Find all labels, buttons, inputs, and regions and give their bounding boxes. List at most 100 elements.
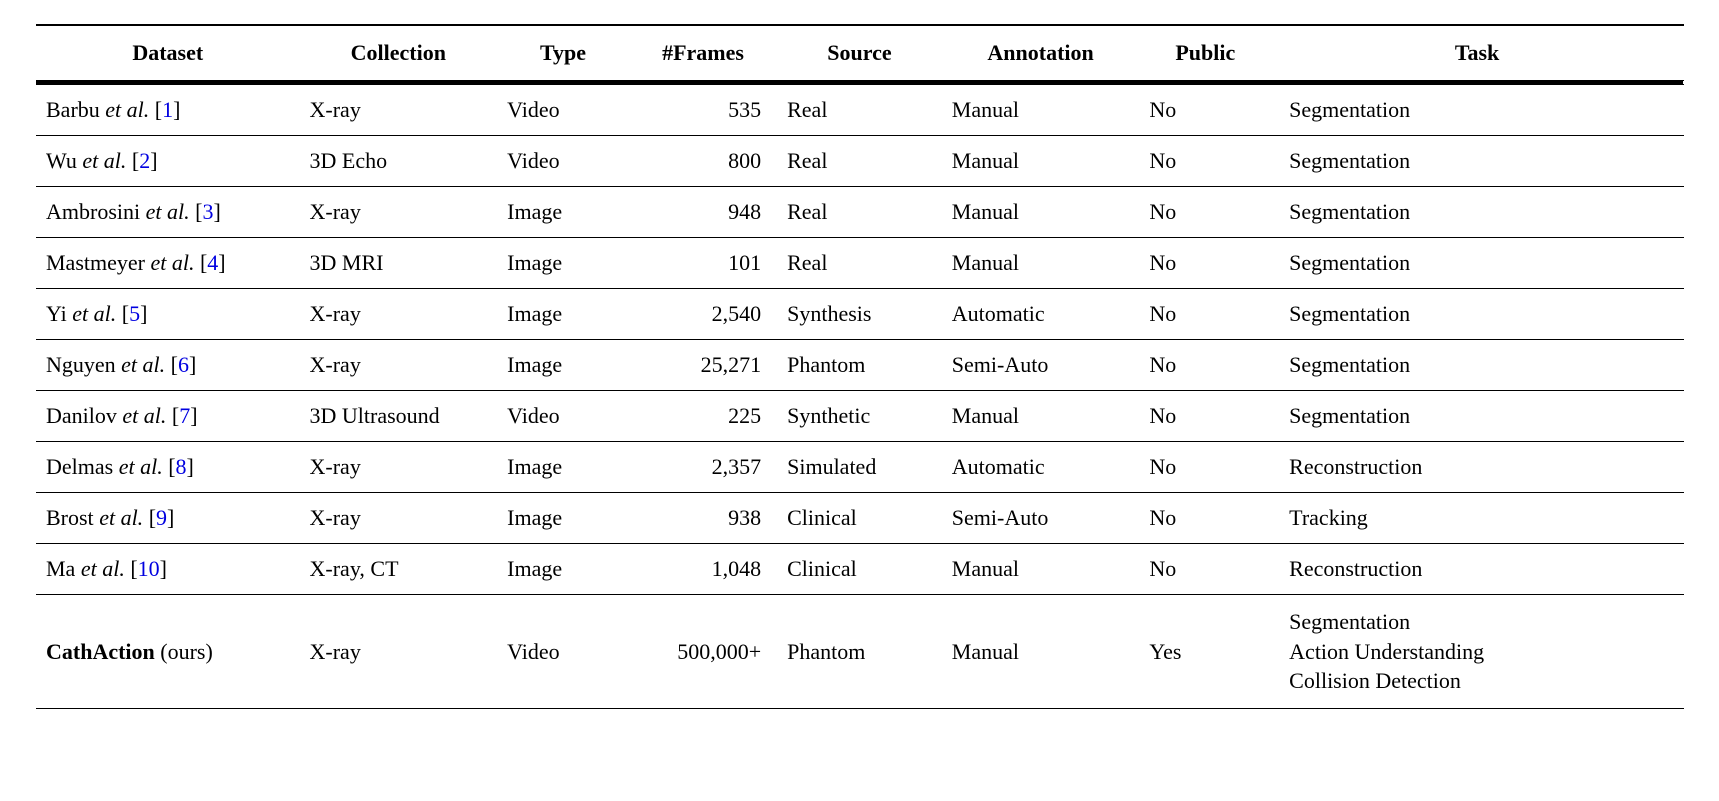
reference-number[interactable]: 2 — [139, 148, 150, 173]
cell-frames: 101 — [629, 238, 777, 289]
cell-source: Real — [777, 187, 942, 238]
cell-public: No — [1139, 544, 1271, 595]
cell-task: Segmentation — [1271, 289, 1683, 340]
reference-number[interactable]: 5 — [129, 301, 140, 326]
cell-source: Real — [777, 238, 942, 289]
cell-frames: 535 — [629, 85, 777, 136]
cell-type: Image — [497, 493, 629, 544]
header-public: Public — [1139, 25, 1271, 81]
reference-number[interactable]: 10 — [138, 556, 160, 581]
cell-collection: X-ray — [300, 442, 498, 493]
cell-public: No — [1139, 391, 1271, 442]
author-name: Brost — [46, 505, 94, 530]
cell-task-ours: SegmentationAction UnderstandingCollisio… — [1271, 595, 1683, 709]
cell-public: No — [1139, 85, 1271, 136]
ref-close-bracket: ] — [140, 301, 147, 326]
cell-dataset: Ambrosini et al. [3] — [36, 187, 300, 238]
table-row: Brost et al. [9]X-rayImage938ClinicalSem… — [36, 493, 1683, 544]
table-row: Mastmeyer et al. [4]3D MRIImage101RealMa… — [36, 238, 1683, 289]
cell-task: Tracking — [1271, 493, 1683, 544]
etal: et al. — [81, 556, 125, 581]
table-row: Danilov et al. [7]3D UltrasoundVideo225S… — [36, 391, 1683, 442]
author-name: Yi — [46, 301, 67, 326]
cell-public: Yes — [1139, 595, 1271, 709]
reference-number[interactable]: 7 — [179, 403, 190, 428]
cell-source: Synthetic — [777, 391, 942, 442]
dataset-comparison-table: Dataset Collection Type #Frames Source A… — [36, 24, 1683, 709]
author-name: Nguyen — [46, 352, 116, 377]
reference-number[interactable]: 3 — [202, 199, 213, 224]
cell-collection: X-ray — [300, 595, 498, 709]
cell-source: Real — [777, 85, 942, 136]
cell-frames: 938 — [629, 493, 777, 544]
cell-dataset: Wu et al. [2] — [36, 136, 300, 187]
cell-task: Segmentation — [1271, 340, 1683, 391]
cell-dataset: Mastmeyer et al. [4] — [36, 238, 300, 289]
author-name: Wu — [46, 148, 77, 173]
cell-task: Reconstruction — [1271, 442, 1683, 493]
cell-type: Video — [497, 391, 629, 442]
reference-number[interactable]: 6 — [178, 352, 189, 377]
cell-annotation: Manual — [942, 85, 1140, 136]
cell-annotation: Manual — [942, 238, 1140, 289]
cell-type: Image — [497, 187, 629, 238]
author-name: Delmas — [46, 454, 113, 479]
cell-annotation: Manual — [942, 391, 1140, 442]
reference-number[interactable]: 4 — [207, 250, 218, 275]
author-name: Barbu — [46, 97, 100, 122]
cell-type: Image — [497, 289, 629, 340]
cell-collection: X-ray — [300, 289, 498, 340]
cell-dataset: Brost et al. [9] — [36, 493, 300, 544]
cell-collection: 3D MRI — [300, 238, 498, 289]
ref-close-bracket: ] — [173, 97, 180, 122]
author-name: Ma — [46, 556, 75, 581]
cell-collection: 3D Ultrasound — [300, 391, 498, 442]
cell-type: Image — [497, 238, 629, 289]
cell-type: Image — [497, 340, 629, 391]
cell-annotation: Manual — [942, 187, 1140, 238]
reference-number[interactable]: 1 — [162, 97, 173, 122]
etal: et al. — [119, 454, 163, 479]
cell-source: Clinical — [777, 493, 942, 544]
cell-dataset: Nguyen et al. [6] — [36, 340, 300, 391]
cell-annotation: Manual — [942, 544, 1140, 595]
reference-number[interactable]: 9 — [156, 505, 167, 530]
etal: et al. — [121, 352, 165, 377]
cell-type: Video — [497, 136, 629, 187]
cell-collection: 3D Echo — [300, 136, 498, 187]
ref-close-bracket: ] — [167, 505, 174, 530]
cell-frames: 800 — [629, 136, 777, 187]
cell-dataset-ours: CathAction (ours) — [36, 595, 300, 709]
cell-frames: 2,540 — [629, 289, 777, 340]
cell-frames: 225 — [629, 391, 777, 442]
ours-name: CathAction — [46, 639, 155, 664]
cell-task: Reconstruction — [1271, 544, 1683, 595]
table-row: Barbu et al. [1]X-rayVideo535RealManualN… — [36, 85, 1683, 136]
cell-type: Video — [497, 85, 629, 136]
cell-source: Phantom — [777, 340, 942, 391]
cell-collection: X-ray — [300, 493, 498, 544]
cell-source: Phantom — [777, 595, 942, 709]
cell-public: No — [1139, 136, 1271, 187]
header-source: Source — [777, 25, 942, 81]
cell-public: No — [1139, 238, 1271, 289]
table-row: Delmas et al. [8]X-rayImage2,357Simulate… — [36, 442, 1683, 493]
cell-type: Video — [497, 595, 629, 709]
reference-number[interactable]: 8 — [176, 454, 187, 479]
header-dataset: Dataset — [36, 25, 300, 81]
author-name: Mastmeyer — [46, 250, 145, 275]
ours-suffix: (ours) — [155, 639, 213, 664]
cell-frames: 500,000+ — [629, 595, 777, 709]
cell-frames: 25,271 — [629, 340, 777, 391]
cell-public: No — [1139, 442, 1271, 493]
cell-source: Clinical — [777, 544, 942, 595]
ref-open-bracket: [ — [130, 556, 137, 581]
cell-annotation: Manual — [942, 136, 1140, 187]
cell-type: Image — [497, 442, 629, 493]
cell-task: Segmentation — [1271, 391, 1683, 442]
cell-dataset: Yi et al. [5] — [36, 289, 300, 340]
cell-dataset: Barbu et al. [1] — [36, 85, 300, 136]
ref-open-bracket: [ — [168, 454, 175, 479]
cell-dataset: Delmas et al. [8] — [36, 442, 300, 493]
ref-open-bracket: [ — [171, 352, 178, 377]
